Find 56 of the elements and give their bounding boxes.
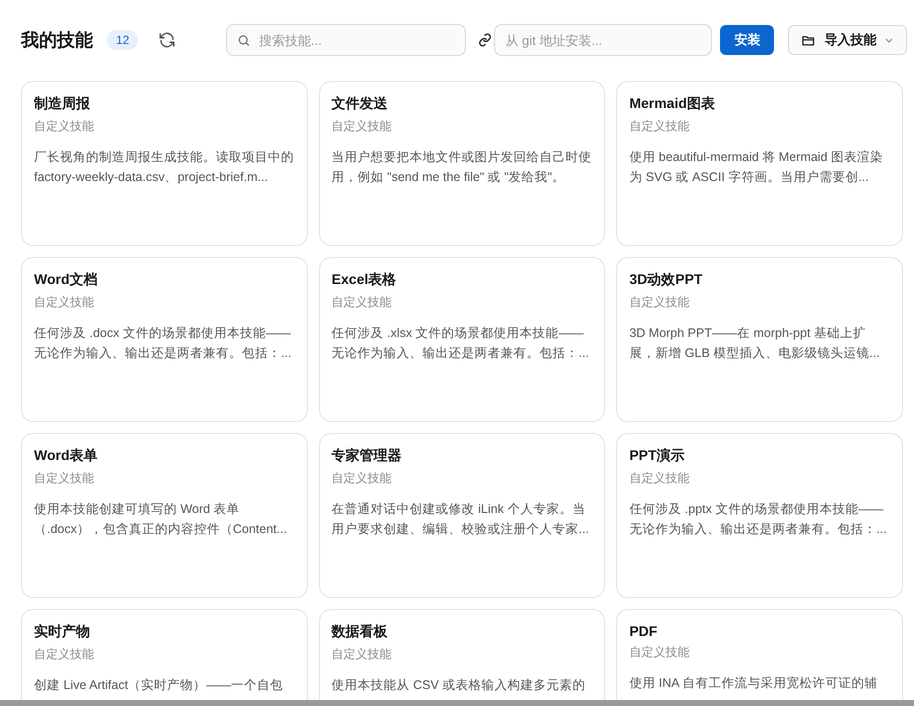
skill-card[interactable]: 制造周报 自定义技能 厂长视角的制造周报生成技能。读取项目中的 factory-weekly-data.csv、project-brief.m... <box>21 81 308 246</box>
skill-description: 创建 Live Artifact（实时产物）——一个自包 <box>34 677 284 694</box>
skill-name: Word表单 <box>34 447 99 465</box>
skill-description: 任何涉及 .docx 文件的场景都使用本技能——无论作为输入、输出还是两者兼有。包括：... <box>34 325 292 362</box>
search-input[interactable]: 搜索技能... <box>258 32 456 48</box>
skill-type: 自定义技能 <box>34 646 95 663</box>
skill-type: 自定义技能 <box>332 646 393 663</box>
refresh-icon[interactable] <box>158 31 176 49</box>
skill-type: 自定义技能 <box>34 294 95 311</box>
skill-card[interactable]: Mermaid图表 自定义技能 使用 beautiful-mermaid 将 Mermaid 图表渲染为 SVG 或 ASCII 字符画。当用户需要创... <box>616 81 903 246</box>
skill-name: 数据看板 <box>332 623 389 641</box>
skill-description: 使用本技能创建可填写的 Word 表单（.docx），包含真正的内容控件（Content... <box>34 501 288 538</box>
skill-card[interactable]: Word表单 自定义技能 使用本技能创建可填写的 Word 表单（.docx），包含真正的内容控件（Content... <box>21 433 308 598</box>
skill-card[interactable]: Word文档 自定义技能 任何涉及 .docx 文件的场景都使用本技能——无论作为输入、输出还是两者兼有。包括：... <box>21 257 308 422</box>
search-icon <box>237 32 251 48</box>
skill-type: 自定义技能 <box>332 294 393 311</box>
skill-name: PPT演示 <box>629 447 686 465</box>
skill-name: 3D动效PPT <box>629 271 704 289</box>
skill-type: 自定义技能 <box>34 470 95 487</box>
skill-name: 实时产物 <box>34 623 91 641</box>
skill-name: 文件发送 <box>332 95 389 113</box>
skill-description: 在普通对话中创建或修改 iLink 个人专家。当用户要求创建、编辑、校验或注册个人专家... <box>332 501 590 538</box>
skill-type: 自定义技能 <box>629 294 690 311</box>
skill-type: 自定义技能 <box>34 118 95 135</box>
skill-type: 自定义技能 <box>629 470 690 487</box>
page-title: 我的技能 <box>21 29 93 52</box>
skill-type: 自定义技能 <box>332 118 393 135</box>
skill-name: Excel表格 <box>332 271 398 289</box>
skill-card[interactable]: Excel表格 自定义技能 任何涉及 .xlsx 文件的场景都使用本技能——无论作为输入、输出还是两者兼有。包括：... <box>318 257 606 422</box>
import-skill-button[interactable]: 导入技能 <box>788 25 908 55</box>
search-field[interactable]: 搜索技能... <box>226 24 466 56</box>
skill-name: Mermaid图表 <box>629 95 716 113</box>
skill-description: 任何涉及 .pptx 文件的场景都使用本技能——无论作为输入、输出还是两者兼有。包括：... <box>629 501 888 538</box>
install-button[interactable]: 安装 <box>720 25 774 55</box>
skill-description: 厂长视角的制造周报生成技能。读取项目中的 factory-weekly-data.csv、project-brief.m... <box>34 149 295 186</box>
git-url-input[interactable]: 从 git 地址安装... <box>505 32 702 48</box>
skill-description: 当用户想要把本地文件或图片发回给自己时使用，例如 "send me the file" 或 "发给我"。 <box>332 149 592 186</box>
skill-description: 3D Morph PPT——在 morph-ppt 基础上扩展，新增 GLB 模型插入、电影级镜头运镜... <box>629 325 881 362</box>
skill-card[interactable]: PPT演示 自定义技能 任何涉及 .pptx 文件的场景都使用本技能——无论作为输入、输出还是两者兼有。包括：... <box>616 433 903 598</box>
skill-card[interactable]: 专家管理器 自定义技能 在普通对话中创建或修改 iLink 个人专家。当用户要求创建、编辑、校验或注册个人专家... <box>318 433 606 598</box>
skill-description: 使用 INA 自有工作流与采用宽松许可证的辅 <box>629 675 878 692</box>
skill-name: 专家管理器 <box>332 447 403 465</box>
skill-type: 自定义技能 <box>332 470 393 487</box>
skill-count-badge: 12 <box>107 30 138 50</box>
skill-type: 自定义技能 <box>629 118 690 135</box>
skill-name: Word文档 <box>34 271 99 289</box>
skill-card[interactable]: 3D动效PPT 自定义技能 3D Morph PPT——在 morph-ppt 基础上扩展，新增 GLB 模型插入、电影级镜头运镜... <box>616 257 903 422</box>
skill-name: 制造周报 <box>34 95 91 113</box>
git-url-field[interactable]: 从 git 地址安装... <box>494 24 712 56</box>
skill-type: 自定义技能 <box>629 644 690 661</box>
link-icon <box>478 33 492 47</box>
skill-description: 使用 beautiful-mermaid 将 Mermaid 图表渲染为 SVG 或 ASCII 字符画。当用户需要创... <box>629 149 884 186</box>
skill-name: PDF <box>629 623 658 639</box>
skill-description: 使用本技能从 CSV 或表格输入构建多元素的 <box>332 677 586 694</box>
skill-description: 任何涉及 .xlsx 文件的场景都使用本技能——无论作为输入、输出还是两者兼有。包括：... <box>332 325 590 362</box>
skill-card[interactable]: 文件发送 自定义技能 当用户想要把本地文件或图片发回给自己时使用，例如 "send me the file" 或 "发给我"。 <box>318 81 606 246</box>
